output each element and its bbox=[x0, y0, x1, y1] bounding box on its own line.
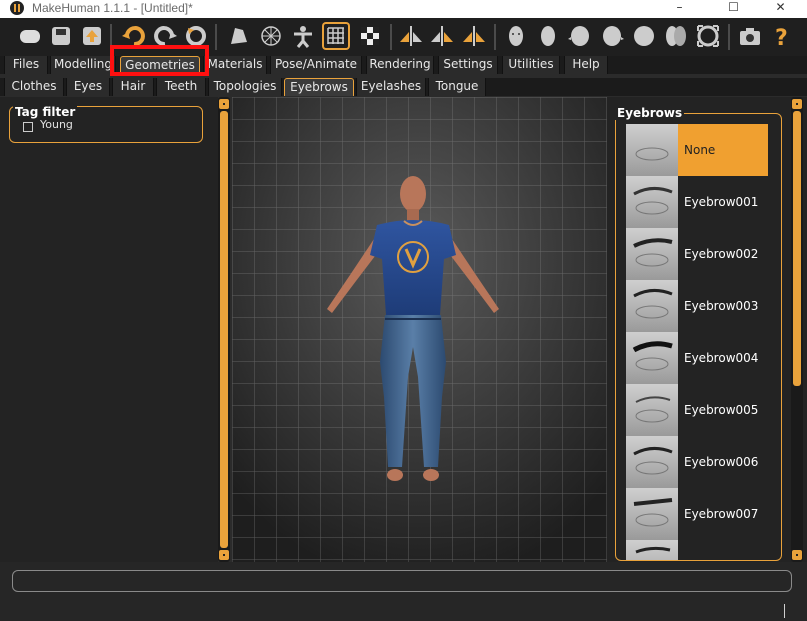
svg-text:?: ? bbox=[775, 26, 788, 50]
eyebrow-item-002[interactable]: Eyebrow002 bbox=[626, 228, 768, 280]
tag-filter-group: Tag filter Young bbox=[9, 105, 203, 143]
eyebrow-thumbnail bbox=[626, 176, 678, 228]
back-view-icon[interactable] bbox=[534, 22, 562, 50]
eyebrow-thumbnail bbox=[626, 436, 678, 488]
3d-viewport[interactable] bbox=[232, 97, 607, 562]
close-button[interactable]: ✕ bbox=[758, 0, 803, 18]
minimize-button[interactable]: – bbox=[657, 0, 702, 18]
item-label: Eyebrow001 bbox=[684, 195, 759, 209]
help-icon[interactable]: ? bbox=[768, 22, 796, 51]
save-icon[interactable] bbox=[47, 22, 75, 50]
scroll-down-knob[interactable] bbox=[792, 550, 802, 560]
resize-grip[interactable] bbox=[784, 604, 785, 618]
eyebrow-item-partial[interactable] bbox=[626, 540, 768, 560]
eyebrow-thumbnail bbox=[626, 280, 678, 332]
young-checkbox[interactable] bbox=[23, 122, 33, 132]
progress-bar bbox=[12, 570, 792, 592]
tab-materials[interactable]: Materials bbox=[203, 56, 267, 74]
item-label: None bbox=[684, 143, 716, 157]
eyebrow-item-005[interactable]: Eyebrow005 bbox=[626, 384, 768, 436]
title-bar: MakeHuman 1.1.1 - [Untitled]* – ☐ ✕ bbox=[0, 0, 807, 18]
eyebrow-item-006[interactable]: Eyebrow006 bbox=[626, 436, 768, 488]
tab-modelling[interactable]: Modelling bbox=[50, 56, 116, 74]
pose-icon[interactable] bbox=[289, 22, 317, 50]
tab-eyebrows[interactable]: Eyebrows bbox=[284, 78, 354, 96]
screenshot-icon[interactable] bbox=[736, 22, 764, 50]
item-label: Eyebrow004 bbox=[684, 351, 759, 365]
tab-rendering[interactable]: Rendering bbox=[366, 56, 434, 74]
symmetry-icon[interactable] bbox=[460, 22, 488, 50]
maximize-button[interactable]: ☐ bbox=[711, 0, 756, 18]
wireframe-icon[interactable] bbox=[257, 22, 285, 50]
eyebrow-item-004[interactable]: Eyebrow004 bbox=[626, 332, 768, 384]
top-view-icon[interactable] bbox=[630, 22, 658, 50]
scroll-thumb[interactable] bbox=[793, 111, 801, 386]
eyebrow-item-007[interactable]: Eyebrow007 bbox=[626, 488, 768, 540]
tab-pose-animate[interactable]: Pose/Animate bbox=[270, 56, 362, 74]
reset-camera-icon[interactable] bbox=[694, 22, 722, 50]
left-panel: Tag filter Young bbox=[0, 97, 218, 562]
left-scrollbar[interactable] bbox=[218, 97, 230, 562]
right-view-icon[interactable] bbox=[598, 22, 626, 50]
eye-thumbnail bbox=[626, 124, 678, 176]
right-scrollbar[interactable] bbox=[791, 97, 803, 562]
grid-icon[interactable] bbox=[322, 22, 350, 50]
geometries-highlight-box bbox=[110, 45, 209, 76]
tab-eyelashes[interactable]: Eyelashes bbox=[356, 78, 426, 96]
item-label: Eyebrow006 bbox=[684, 455, 759, 469]
left-view-icon[interactable] bbox=[566, 22, 594, 50]
scroll-up-knob[interactable] bbox=[792, 99, 802, 109]
item-label: Eyebrow007 bbox=[684, 507, 759, 521]
eyebrow-thumbnail bbox=[626, 384, 678, 436]
bottom-view-icon[interactable] bbox=[662, 22, 690, 50]
symmetry-r-icon[interactable] bbox=[397, 22, 425, 50]
eyebrow-item-001[interactable]: Eyebrow001 bbox=[626, 176, 768, 228]
eyebrow-item-003[interactable]: Eyebrow003 bbox=[626, 280, 768, 332]
front-view-icon[interactable] bbox=[502, 22, 530, 50]
tab-utilities[interactable]: Utilities bbox=[502, 56, 560, 74]
checker-icon[interactable] bbox=[356, 22, 384, 50]
tab-help[interactable]: Help bbox=[564, 56, 608, 74]
eyebrow-thumbnail bbox=[626, 332, 678, 384]
eyebrows-list: None Eyebrow001 Eyebrow002 Eyebrow003 Ey… bbox=[615, 113, 782, 561]
makehuman-logo-icon bbox=[10, 1, 24, 15]
item-label: Eyebrow002 bbox=[684, 247, 759, 261]
tab-topologies[interactable]: Topologies bbox=[208, 78, 282, 96]
eyebrow-thumbnail bbox=[626, 540, 678, 560]
status-bar bbox=[0, 562, 807, 621]
eyebrow-thumbnail bbox=[626, 488, 678, 540]
smooth-icon[interactable] bbox=[225, 22, 253, 50]
eyebrow-thumbnail bbox=[626, 228, 678, 280]
right-panel: None Eyebrow001 Eyebrow002 Eyebrow003 Ey… bbox=[607, 97, 807, 562]
tab-settings[interactable]: Settings bbox=[438, 56, 498, 74]
export-icon[interactable] bbox=[78, 22, 106, 50]
scroll-down-knob[interactable] bbox=[219, 550, 229, 560]
tab-tongue[interactable]: Tongue bbox=[428, 78, 486, 96]
tab-clothes[interactable]: Clothes bbox=[4, 78, 64, 96]
young-label: Young bbox=[40, 118, 73, 131]
item-label: Eyebrow003 bbox=[684, 299, 759, 313]
tab-teeth[interactable]: Teeth bbox=[156, 78, 206, 96]
scroll-thumb[interactable] bbox=[220, 111, 228, 548]
shade-icon[interactable] bbox=[16, 22, 44, 50]
item-label: Eyebrow005 bbox=[684, 403, 759, 417]
symmetry-l-icon[interactable] bbox=[428, 22, 456, 50]
tab-eyes[interactable]: Eyes bbox=[66, 78, 110, 96]
sub-tab-bar: Clothes Eyes Hair Teeth Topologies Eyebr… bbox=[0, 78, 807, 96]
eyebrow-item-none[interactable]: None bbox=[626, 124, 768, 176]
tag-filter-title: Tag filter bbox=[13, 105, 78, 119]
tab-hair[interactable]: Hair bbox=[112, 78, 154, 96]
tab-files[interactable]: Files bbox=[4, 56, 48, 74]
eyebrows-title: Eyebrows bbox=[615, 106, 685, 120]
window-title: MakeHuman 1.1.1 - [Untitled]* bbox=[32, 1, 193, 15]
scroll-up-knob[interactable] bbox=[219, 99, 229, 109]
